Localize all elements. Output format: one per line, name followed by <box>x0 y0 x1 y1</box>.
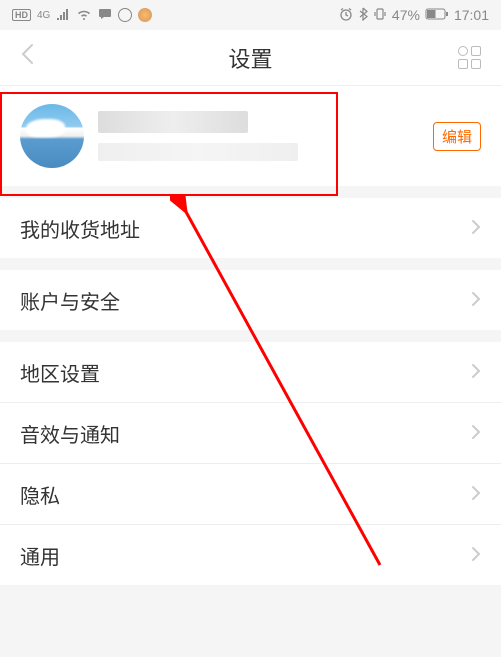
battery-icon <box>425 7 449 23</box>
time: 17:01 <box>454 7 489 23</box>
wifi-icon <box>76 7 92 23</box>
firefox-icon <box>138 8 152 22</box>
menu-label: 音效与通知 <box>20 419 120 448</box>
username-redacted <box>98 111 248 133</box>
chevron-right-icon <box>471 481 481 507</box>
menu-general[interactable]: 通用 <box>0 525 501 585</box>
separator <box>0 258 501 270</box>
menu-label: 隐私 <box>20 480 60 509</box>
back-icon[interactable] <box>20 43 34 72</box>
alarm-icon <box>339 7 353 24</box>
menu-privacy[interactable]: 隐私 <box>0 464 501 524</box>
status-left: HD 4G <box>12 7 152 23</box>
chevron-right-icon <box>471 542 481 568</box>
network-type: 4G <box>37 10 50 21</box>
signal-icon <box>56 7 70 23</box>
hd-badge: HD <box>12 9 31 21</box>
menu-region[interactable]: 地区设置 <box>0 342 501 402</box>
userdetail-redacted <box>98 143 298 161</box>
menu-shipping-address[interactable]: 我的收货地址 <box>0 198 501 258</box>
battery-percent: 47% <box>392 7 420 23</box>
menu-sound-notify[interactable]: 音效与通知 <box>0 403 501 463</box>
chevron-right-icon <box>471 420 481 446</box>
menu-label: 账户与安全 <box>20 286 120 315</box>
edit-button[interactable]: 编辑 <box>433 122 481 151</box>
chevron-right-icon <box>471 215 481 241</box>
menu-label: 我的收货地址 <box>20 214 140 243</box>
status-bar: HD 4G 47% 17:01 <box>0 0 501 30</box>
vibrate-icon <box>373 7 387 24</box>
chevron-right-icon <box>471 359 481 385</box>
chevron-right-icon <box>471 287 481 313</box>
menu-account-security[interactable]: 账户与安全 <box>0 270 501 330</box>
bluetooth-icon <box>358 7 368 24</box>
browser-icon <box>118 8 132 22</box>
avatar <box>20 104 84 168</box>
menu-label: 通用 <box>20 541 60 570</box>
separator <box>0 330 501 342</box>
profile-section[interactable]: 编辑 <box>0 86 501 186</box>
profile-info <box>98 111 433 161</box>
menu-label: 地区设置 <box>20 358 100 387</box>
status-right: 47% 17:01 <box>339 7 489 24</box>
grid-icon[interactable] <box>458 46 481 69</box>
header-bar: 设置 <box>0 30 501 86</box>
page-title: 设置 <box>228 42 272 74</box>
separator <box>0 186 501 198</box>
chat-icon <box>98 7 112 23</box>
